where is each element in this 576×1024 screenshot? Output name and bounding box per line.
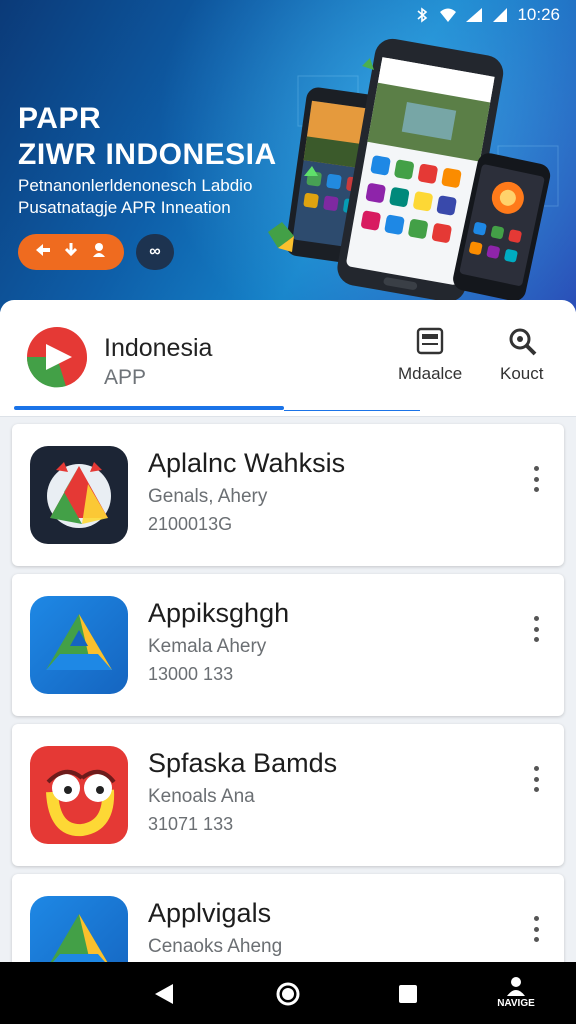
battery-icon [493,8,508,22]
signal-icon [466,8,483,22]
hero-title-line2: ZIWR INDONESIA [18,138,277,171]
app-title: Aplalnc Wahksis [148,448,346,478]
profile-label: NAVIGE [497,998,535,1009]
hero-title-line1: PAPR [18,102,102,135]
app-meta: 31071 133 [148,814,234,834]
search-icon [509,328,537,356]
home-icon[interactable] [270,976,306,1012]
drive-like-dark-icon [30,446,128,544]
more-options-icon[interactable] [524,614,548,644]
document-icon [416,327,444,355]
recents-icon[interactable] [390,976,426,1012]
app-name: Indonesia [104,334,213,362]
list-item[interactable]: Spfaska Bamds Kenoals Ana 31071 133 [12,724,564,866]
wifi-icon [440,8,457,22]
more-options-icon[interactable] [524,914,548,944]
list-item[interactable]: Aplalnc Wahksis Genals, Ahery 2100013G [12,424,564,566]
tab-indicator [14,406,284,410]
app-developer: Genals, Ahery [148,486,268,507]
app-meta: 2100013G [148,514,233,534]
app-title: Applvigals [148,898,272,928]
header-action-search[interactable]: Kouct [500,326,543,384]
app-logo-icon [26,327,88,388]
header-action-search-label: Kouct [500,364,544,383]
header-action-docs[interactable]: Mdaalce [398,326,462,384]
status-time: 10:26 [517,5,560,24]
drive-icon [30,596,128,694]
profile-button[interactable]: NAVIGE [494,974,538,1018]
app-developer: Kemala Ahery [148,636,267,657]
app-developer: Kenoals Ana [148,786,255,807]
tab-divider [284,410,420,411]
phones-illustration [268,38,559,302]
share-icon[interactable] [34,241,52,264]
app-subtitle: APP [104,366,147,389]
download-icon[interactable] [63,241,79,264]
hero-subtitle-line2: Pusatnatagje APR Inneation [18,198,231,217]
more-options-icon[interactable] [524,464,548,494]
navigation-bar: NAVIGE [0,962,576,1024]
list-item[interactable]: Appiksghgh Kemala Ahery 13000 133 [12,574,564,716]
user-icon [507,977,525,996]
hero-subtitle-line1: Petnanonlerldenonesch Labdio [18,176,253,195]
app-developer: Cenaoks Aheng [148,936,283,957]
hero-more-button[interactable]: ∞ [136,234,174,270]
person-icon[interactable] [90,241,108,264]
hero-banner[interactable]: PAPR ZIWR INDONESIA Petnanonlerldenonesc… [0,0,576,312]
hero-cta-button[interactable] [18,234,124,270]
header-action-docs-label: Mdaalce [398,364,463,383]
face-icon [30,746,128,844]
bluetooth-icon [417,7,428,23]
back-icon[interactable] [146,976,182,1012]
app-title: Spfaska Bamds [148,748,338,778]
status-bar: 10:26 [0,0,576,30]
app-title: Appiksghgh [148,598,290,628]
app-meta: 13000 133 [148,664,234,684]
more-options-icon[interactable] [524,764,548,794]
